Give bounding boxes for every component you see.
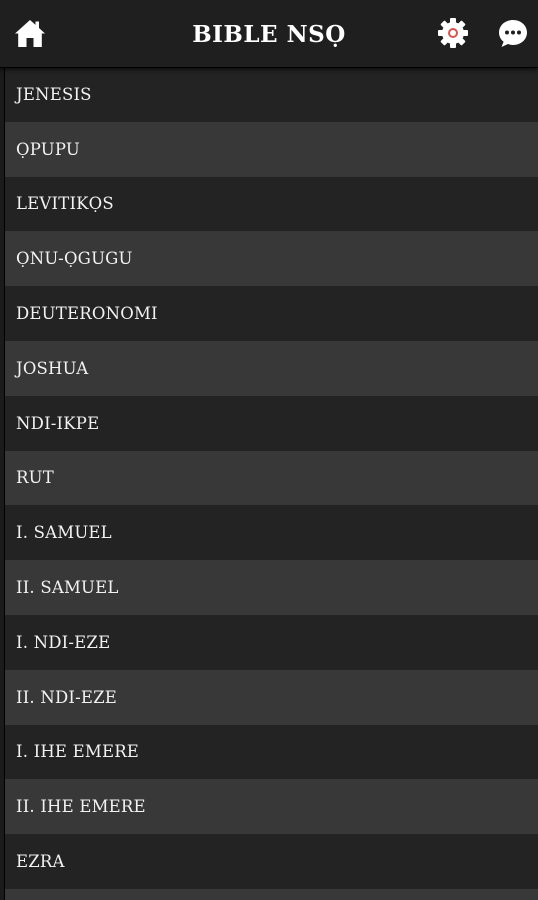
home-icon bbox=[15, 20, 45, 47]
list-item-label: II. NDI-EZE bbox=[16, 687, 118, 707]
chat-bubble-icon bbox=[499, 20, 527, 47]
list-item-ndi-ikpe[interactable]: NDI-IKPE bbox=[5, 395, 538, 451]
list-item-jenesis[interactable]: JENESIS bbox=[5, 67, 538, 122]
gear-icon bbox=[438, 18, 468, 48]
list-item-label: JENESIS bbox=[16, 84, 92, 104]
list-item-label: DEUTERONOMI bbox=[16, 304, 158, 324]
list-item-label: RUT bbox=[16, 468, 54, 488]
list-item-deuteronomi[interactable]: DEUTERONOMI bbox=[5, 286, 538, 341]
list-item-label: NDI-IKPE bbox=[16, 413, 100, 433]
list-item-partial[interactable] bbox=[5, 888, 538, 900]
chat-button[interactable] bbox=[496, 16, 530, 50]
list-item-label: EZRA bbox=[16, 852, 65, 872]
app-bar: BIBLE NSỌ bbox=[0, 0, 538, 68]
list-item-2-ihe-emere[interactable]: II. IHE EMERE bbox=[5, 779, 538, 835]
list-item-2-ndi-eze[interactable]: II. NDI-EZE bbox=[5, 669, 538, 725]
list-item-1-samuel[interactable]: I. SAMUEL bbox=[5, 505, 538, 561]
list-item-label: I. SAMUEL bbox=[16, 523, 112, 543]
list-item-joshua[interactable]: JOSHUA bbox=[5, 340, 538, 396]
list-item-onu-ogugu[interactable]: ỌNU-ỌGUGU bbox=[5, 231, 538, 287]
list-item-label: JOSHUA bbox=[16, 358, 89, 378]
list-item-opupu[interactable]: ỌPUPU bbox=[5, 121, 538, 177]
list-item-1-ihe-emere[interactable]: I. IHE EMERE bbox=[5, 724, 538, 780]
book-list: JENESIS ỌPUPU LEVITIKỌS ỌNU-ỌGUGU DEUTER… bbox=[4, 67, 538, 900]
list-item-label: II. IHE EMERE bbox=[16, 797, 146, 817]
list-item-ezra[interactable]: EZRA bbox=[5, 834, 538, 889]
list-item-label: ỌPUPU bbox=[16, 139, 80, 159]
list-item-rut[interactable]: RUT bbox=[5, 450, 538, 506]
list-item-label: LEVITIKỌS bbox=[16, 194, 114, 214]
list-item-2-samuel[interactable]: II. SAMUEL bbox=[5, 560, 538, 615]
list-item-1-ndi-eze[interactable]: I. NDI-EZE bbox=[5, 614, 538, 670]
settings-button[interactable] bbox=[436, 16, 470, 50]
list-item-label: I. NDI-EZE bbox=[16, 632, 111, 652]
list-item-label: I. IHE EMERE bbox=[16, 742, 140, 762]
home-button[interactable] bbox=[13, 16, 47, 50]
list-item-levitikos[interactable]: LEVITIKỌS bbox=[5, 176, 538, 232]
list-item-label: II. SAMUEL bbox=[16, 578, 119, 598]
list-item-label: ỌNU-ỌGUGU bbox=[16, 249, 133, 269]
